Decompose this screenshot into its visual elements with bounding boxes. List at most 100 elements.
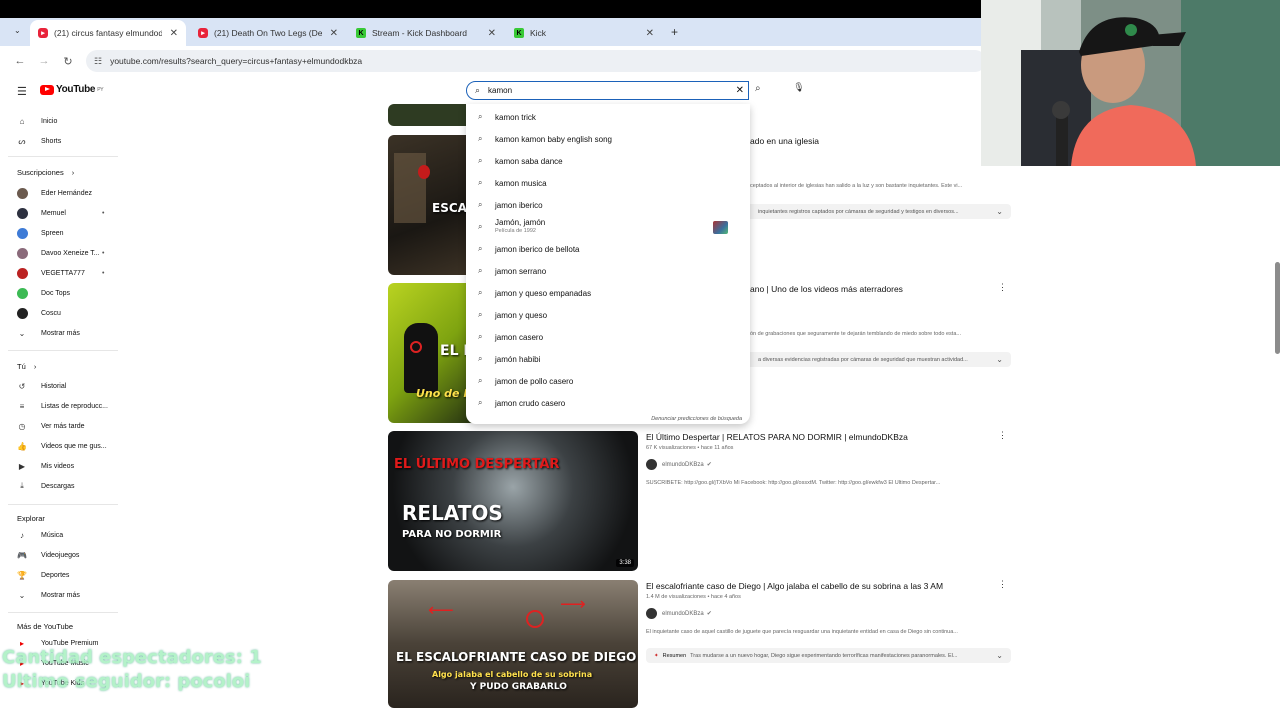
sidebar-item-subscription[interactable]: Spreen: [17, 226, 64, 240]
report-predictions-link[interactable]: Denunciar predicciones de búsqueda: [651, 416, 742, 422]
sidebar-item-inicio[interactable]: ⌂ Inicio: [17, 114, 58, 128]
search-suggestion-item[interactable]: ⌕ jamon de pollo casero: [478, 372, 738, 390]
new-tab-plus-icon[interactable]: +: [671, 25, 678, 39]
microphone-icon[interactable]: 🎙: [792, 82, 806, 96]
search-suggestion-item[interactable]: ⌕ jamon iberico de bellota: [478, 240, 738, 258]
sidebar-item-label: Eder Hernández: [41, 189, 92, 197]
search-suggestion-item[interactable]: ⌕ Jamón, jamón Película de 1992: [478, 218, 738, 236]
search-suggestion-item[interactable]: ⌕ kamon kamon baby english song: [478, 130, 738, 148]
channel-link[interactable]: elmundoDKBza ✔: [646, 459, 712, 470]
sidebar-item-you[interactable]: ◷ Ver más tarde: [17, 419, 85, 433]
sidebar-item-explore[interactable]: 🎮 Videojuegos: [17, 548, 79, 562]
sidebar-item-shorts[interactable]: ᔕ Shorts: [17, 134, 61, 148]
search-suggestion-item[interactable]: ⌕ jamon iberico: [478, 196, 738, 214]
explore-heading: Explorar: [17, 514, 45, 523]
search-suggestion-item[interactable]: ⌕ jamon y queso empanadas: [478, 284, 738, 302]
forward-arrow-icon[interactable]: →: [32, 55, 56, 67]
sidebar-item-you[interactable]: ⤓ Descargas: [17, 479, 74, 493]
close-tab-icon[interactable]: ✕: [488, 28, 496, 39]
more-options-icon[interactable]: ⋮: [998, 579, 1007, 590]
tab-list-chevron-icon[interactable]: ⌄: [14, 26, 21, 35]
you-heading[interactable]: Tú ›: [17, 362, 36, 371]
more-options-icon[interactable]: ⋮: [998, 282, 1007, 293]
avatar: [17, 267, 28, 279]
video-title[interactable]: ano | Uno de los videos más aterradores: [750, 284, 903, 294]
kick-icon: K: [356, 28, 366, 38]
youtube-icon: ▸: [38, 28, 48, 38]
clear-search-icon[interactable]: ✕: [736, 85, 744, 96]
search-input[interactable]: ⌕ kamon ✕: [466, 81, 749, 100]
sidebar-item-you[interactable]: ↺ Historial: [17, 379, 67, 393]
avatar: [646, 608, 657, 619]
sidebar-item-subscription[interactable]: VEGETTA777 •: [17, 266, 104, 280]
close-tab-icon[interactable]: ✕: [646, 28, 654, 39]
search-icon: ⌕: [478, 134, 483, 143]
subscriptions-show-more[interactable]: ⌄ Mostrar más: [17, 326, 80, 340]
close-tab-icon[interactable]: ✕: [170, 28, 178, 39]
search-icon: ⌕: [478, 332, 483, 341]
suggestion-thumbnail: [713, 221, 728, 234]
duration-badge: 3:38: [616, 559, 634, 567]
search-suggestion-item[interactable]: ⌕ jamon crudo casero: [478, 394, 738, 412]
avatar: [17, 187, 28, 199]
suggestion-text: jamon iberico de bellota: [495, 244, 580, 254]
scrollbar[interactable]: [1275, 262, 1280, 354]
kick-icon: K: [514, 28, 524, 38]
sidebar-item-label: Spreen: [41, 229, 64, 237]
sidebar-item-you[interactable]: ≡ Listas de reproducc...: [17, 399, 108, 413]
tab-kick[interactable]: K Kick ✕: [506, 20, 662, 46]
video-title[interactable]: El escalofriante caso de Diego | Algo ja…: [646, 581, 943, 591]
sidebar-item-label: Coscu: [41, 309, 61, 317]
sidebar-item-subscription[interactable]: Eder Hernández: [17, 186, 92, 200]
video-thumbnail[interactable]: EL ÚLTIMO DESPERTAR RELATOS PARA NO DORM…: [388, 431, 638, 571]
sidebar-item-subscription[interactable]: Doc Tops: [17, 286, 70, 300]
sidebar-item-explore[interactable]: 🏆 Deportes: [17, 568, 69, 582]
sidebar-item-subscription[interactable]: Coscu: [17, 306, 61, 320]
sidebar-item-explore[interactable]: ⌄ Mostrar más: [17, 588, 80, 602]
suggestion-text: jamon y queso empanadas: [495, 288, 592, 298]
address-bar[interactable]: ☷ youtube.com/results?search_query=circu…: [86, 50, 986, 72]
suggestion-text: jamón habibi: [495, 354, 541, 364]
avatar: [646, 459, 657, 470]
search-suggestion-item[interactable]: ⌕ jamon casero: [478, 328, 738, 346]
search-button[interactable]: ⌕: [755, 83, 761, 94]
menu-icon[interactable]: ☰: [17, 85, 27, 98]
sidebar-item-label: Videos que me gus...: [41, 442, 107, 450]
sidebar-item-you[interactable]: 👍 Videos que me gus...: [17, 439, 107, 453]
search-suggestion-item[interactable]: ⌕ jamón habibi: [478, 350, 738, 368]
video-description: El inquietante caso de aquel castillo de…: [646, 629, 958, 635]
search-suggestion-item[interactable]: ⌕ jamon y queso: [478, 306, 738, 324]
sidebar-item-you[interactable]: ▶ Mis videos: [17, 459, 74, 473]
tab-kick-dashboard[interactable]: K Stream - Kick Dashboard ✕: [348, 20, 504, 46]
video-thumbnail[interactable]: ⟵ ⟶ EL ESCALOFRIANTE CASO DE DIEGO Algo …: [388, 580, 638, 708]
more-options-icon[interactable]: ⋮: [998, 430, 1007, 441]
search-icon: ⌕: [478, 376, 483, 385]
sidebar-item-label: Deportes: [41, 571, 70, 579]
sidebar-item-explore[interactable]: ♪ Música: [17, 528, 63, 542]
video-title[interactable]: ado en una iglesia: [750, 136, 819, 146]
channel-link[interactable]: elmundoDKBza ✔: [646, 608, 712, 619]
search-suggestion-item[interactable]: ⌕ jamon serrano: [478, 262, 738, 280]
close-tab-icon[interactable]: ✕: [330, 28, 338, 39]
tab-circus-fantasy[interactable]: ▸ (21) circus fantasy elmundodkb ✕: [30, 20, 186, 46]
my-videos-icon: ▶: [18, 461, 26, 471]
tab-death-on-two-legs[interactable]: ▸ (21) Death On Two Legs (Dedic ✕: [190, 20, 346, 46]
search-icon: ⌕: [478, 222, 483, 231]
back-arrow-icon[interactable]: ←: [8, 55, 32, 67]
sidebar-item-subscription[interactable]: Davoo Xeneize T... •: [17, 246, 104, 260]
search-suggestion-item[interactable]: ⌕ kamon musica: [478, 174, 738, 192]
video-title[interactable]: El Último Despertar | RELATOS PARA NO DO…: [646, 432, 908, 442]
subscriptions-heading[interactable]: Suscripciones ›: [17, 168, 74, 177]
like-icon: 👍: [17, 441, 27, 451]
site-settings-icon[interactable]: ☷: [94, 56, 102, 67]
search-suggestion-item[interactable]: ⌕ kamon trick: [478, 108, 738, 126]
reload-icon[interactable]: ↻: [56, 55, 80, 68]
sidebar-item-subscription[interactable]: Memuel •: [17, 206, 104, 220]
search-suggestions: ⌕ kamon trick ⌕ kamon kamon baby english so…: [466, 104, 750, 424]
summary-chip[interactable]: ✦ Resumen Tras mudarse a un nuevo hogar,…: [646, 648, 1011, 663]
sidebar-item-label: Davoo Xeneize T...: [41, 249, 100, 257]
suggestion-text: kamon saba dance: [495, 156, 563, 166]
youtube-logo[interactable]: YouTube PY: [40, 84, 104, 95]
video-description: ceptados al interior de iglesias han sal…: [750, 183, 963, 189]
search-suggestion-item[interactable]: ⌕ kamon saba dance: [478, 152, 738, 170]
